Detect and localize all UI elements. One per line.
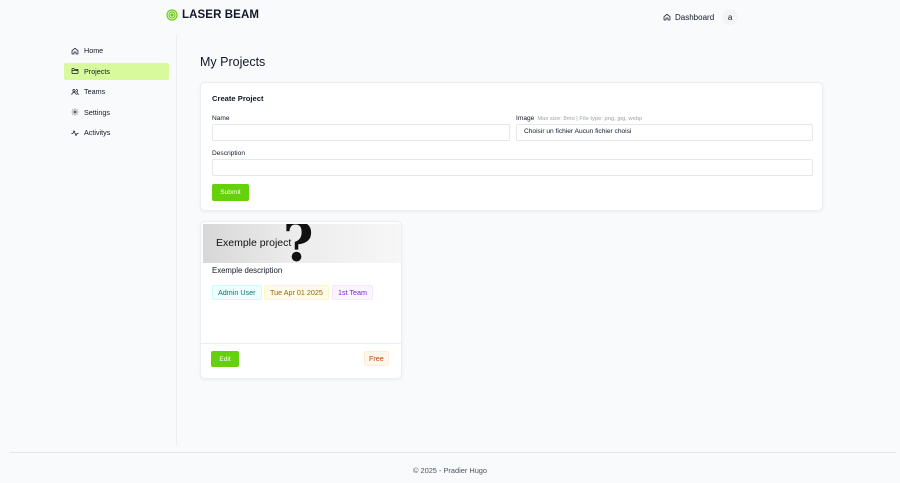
plan-badge: Free (364, 351, 389, 366)
laser-logo-icon (166, 9, 178, 21)
brand[interactable]: LASER BEAM (166, 9, 259, 21)
choose-file-button[interactable]: Choisir un fichier (524, 128, 573, 135)
sidebar-item-projects[interactable]: Projects (64, 62, 169, 80)
image-hint: Max size: 8mo | File type: png, jpg, web… (537, 116, 643, 122)
dashboard-link[interactable]: Dashboard (663, 13, 714, 22)
home-icon (663, 13, 671, 21)
owner-badge: Admin User (212, 285, 262, 300)
name-label: Name (212, 115, 230, 122)
sidebar-item-home[interactable]: Home (64, 42, 169, 59)
footer-copyright: © 2025 - Pradier Hugo (412, 466, 488, 475)
sidebar-item-label: Projects (84, 66, 110, 76)
gear-icon (71, 108, 79, 116)
page-title: My Projects (200, 55, 266, 69)
top-header: LASER BEAM Dashboard a (0, 0, 900, 34)
project-image: ? Exemple project (203, 224, 401, 263)
dashboard-label: Dashboard (675, 12, 715, 22)
sidebar-item-settings[interactable]: Settings (64, 104, 169, 121)
image-label-row: Image Max size: 8mo | File type: png, jpg… (516, 115, 642, 122)
edit-button[interactable]: Edit (211, 351, 239, 367)
sidebar-item-label: Settings (84, 107, 110, 117)
date-badge: Tue Apr 01 2025 (264, 285, 329, 300)
users-icon (71, 88, 79, 95)
create-project-card: Create Project Name Image Max size: 8mo |… (200, 82, 823, 211)
name-input[interactable] (212, 124, 510, 141)
project-card[interactable]: ? Exemple project Exemple description Ad… (200, 221, 402, 379)
image-label: Image (516, 115, 535, 122)
activity-icon (71, 130, 79, 136)
sidebar-item-label: Home (84, 46, 104, 55)
team-badge: 1st Team (332, 285, 374, 300)
description-label: Description (212, 150, 245, 157)
description-input[interactable] (212, 159, 813, 176)
footer-divider (10, 452, 896, 453)
sidebar-divider (176, 34, 177, 446)
sidebar-item-label: Teams (84, 87, 106, 97)
sidebar-item-activitys[interactable]: Activitys (64, 124, 169, 141)
project-description: Exemple description (212, 266, 283, 275)
file-status: Aucun fichier choisi (574, 128, 632, 135)
sidebar-item-label: Activitys (84, 128, 111, 138)
folder-icon (71, 68, 79, 74)
create-project-title: Create Project (212, 94, 264, 103)
header-nav: Dashboard a (663, 9, 739, 25)
file-input-text: Choisir un fichier Aucun fichier choisi (524, 128, 631, 135)
home-icon (71, 47, 79, 54)
brand-name: LASER BEAM (182, 9, 260, 21)
sidebar: Home Projects Teams Settings Activitys (64, 42, 169, 145)
card-divider (201, 343, 401, 344)
avatar[interactable]: a (722, 9, 739, 25)
submit-button[interactable]: Submit (212, 184, 249, 201)
image-file-input[interactable]: Choisir un fichier Aucun fichier choisi (516, 124, 813, 141)
sidebar-item-teams[interactable]: Teams (64, 83, 169, 100)
project-name: Exemple project (216, 237, 292, 249)
